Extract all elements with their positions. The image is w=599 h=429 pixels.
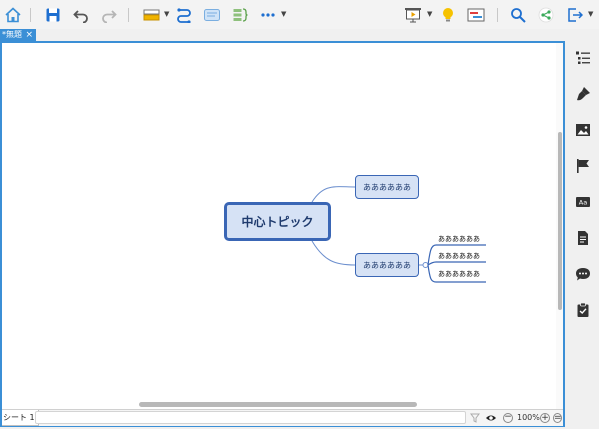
text-format-icon[interactable]: Aa <box>575 194 591 210</box>
undo-icon[interactable] <box>70 4 92 26</box>
sheet-tab-label: シート 1 <box>3 413 35 422</box>
toolbar-separator <box>30 8 31 22</box>
subtopic[interactable]: ああああああ <box>438 251 480 261</box>
notes-icon[interactable] <box>575 230 591 246</box>
status-bar: シート 1 − 100% + = <box>2 409 563 426</box>
vertical-scrollbar[interactable] <box>558 132 562 310</box>
chevron-down-icon[interactable]: ▼ <box>281 10 286 18</box>
tab-bar: *無題 × <box>0 29 599 41</box>
horizontal-scrollbar[interactable] <box>139 402 417 407</box>
zoom-out-button[interactable]: − <box>503 413 513 423</box>
subtopic[interactable]: ああああああ <box>438 269 480 279</box>
relationship-icon[interactable] <box>173 4 195 26</box>
svg-text:Aa: Aa <box>579 199 587 207</box>
task-icon[interactable] <box>575 302 591 318</box>
idea-icon[interactable] <box>437 4 459 26</box>
chevron-down-icon[interactable]: ▼ <box>588 10 593 18</box>
presentation-icon[interactable] <box>402 4 424 26</box>
sheet-area <box>35 411 466 424</box>
vertical-scrollbar-track <box>556 43 563 409</box>
comment-icon[interactable] <box>575 266 591 282</box>
outline-icon[interactable] <box>575 50 591 66</box>
main-topic-label: ああああああ <box>363 182 411 192</box>
main-topic[interactable]: ああああああ <box>355 175 419 199</box>
search-icon[interactable] <box>507 4 529 26</box>
home-icon[interactable] <box>2 4 24 26</box>
zoom-in-button[interactable]: + <box>540 413 550 423</box>
chevron-down-icon[interactable]: ▼ <box>427 10 432 18</box>
fit-button[interactable]: = <box>553 413 562 423</box>
editor-frame: 中心トピック ああああああ ああああああ ああああああ ああああああ あああああ… <box>0 41 565 427</box>
sheet-tab[interactable]: シート 1 <box>2 410 39 426</box>
marker-icon[interactable] <box>575 158 591 174</box>
central-topic-label: 中心トピック <box>241 215 314 229</box>
image-icon[interactable] <box>575 122 591 138</box>
toolbar: ▼ ▼ ▼ ▼ <box>0 0 599 29</box>
central-topic[interactable]: 中心トピック <box>224 202 331 241</box>
more-icon[interactable] <box>257 4 279 26</box>
toolbar-separator <box>497 8 498 22</box>
share-icon[interactable] <box>535 4 557 26</box>
document-tab[interactable]: *無題 × <box>0 29 36 41</box>
export-icon[interactable] <box>564 4 586 26</box>
format-painter-icon[interactable] <box>141 4 163 26</box>
close-icon[interactable]: × <box>25 29 33 41</box>
boundary-icon[interactable] <box>201 4 223 26</box>
mindmap-canvas[interactable]: 中心トピック ああああああ ああああああ ああああああ ああああああ あああああ… <box>2 43 556 409</box>
main-topic-label: ああああああ <box>363 260 411 270</box>
toolbar-separator <box>128 8 129 22</box>
document-tab-title: *無題 <box>2 30 22 39</box>
zoom-level: 100% <box>517 413 540 422</box>
gantt-icon[interactable] <box>465 4 487 26</box>
style-icon[interactable] <box>575 86 591 102</box>
right-sidebar: Aa <box>565 41 599 429</box>
chevron-down-icon[interactable]: ▼ <box>164 10 169 18</box>
eye-icon[interactable] <box>485 412 497 424</box>
save-icon[interactable] <box>42 4 64 26</box>
summary-icon[interactable] <box>229 4 251 26</box>
main-topic[interactable]: ああああああ <box>355 253 419 277</box>
redo-icon[interactable] <box>98 4 120 26</box>
filter-icon[interactable] <box>470 413 480 425</box>
subtopic[interactable]: ああああああ <box>438 234 480 244</box>
